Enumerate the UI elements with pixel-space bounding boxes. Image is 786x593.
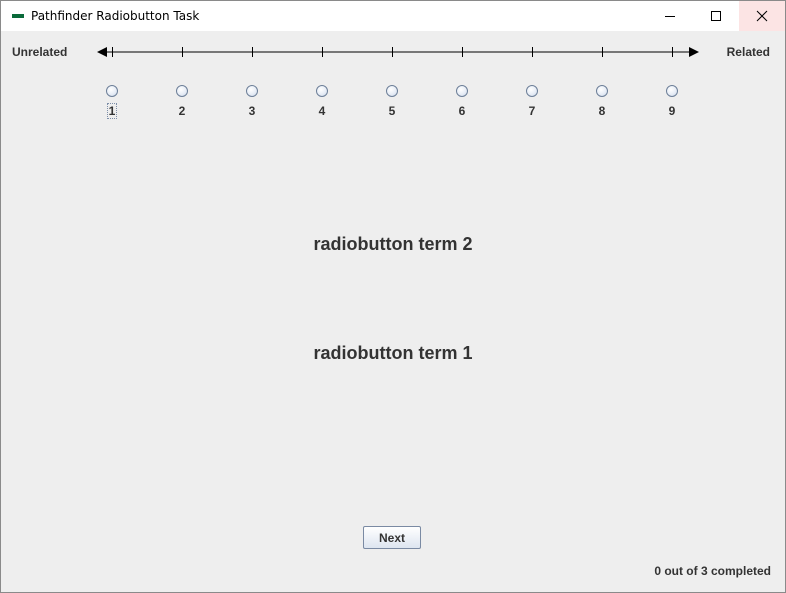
radio-label-text: 8 <box>598 104 606 118</box>
next-button[interactable]: Next <box>363 526 421 549</box>
radio-option-2[interactable] <box>176 85 188 97</box>
radio-label-2[interactable]: 2 <box>172 104 192 118</box>
app-window: Pathfinder Radiobutton Task Unrelated Re… <box>0 0 786 593</box>
radio-label-4[interactable]: 4 <box>312 104 332 118</box>
minimize-button[interactable] <box>647 1 693 31</box>
radio-label-8[interactable]: 8 <box>592 104 612 118</box>
minimize-icon <box>665 16 675 17</box>
radio-label-1[interactable]: 1 <box>102 103 122 119</box>
radio-label-text: 6 <box>458 104 466 118</box>
radio-option-1[interactable] <box>106 85 118 97</box>
left-arrow-icon <box>97 47 107 57</box>
radio-label-text: 4 <box>318 104 326 118</box>
maximize-icon <box>711 11 721 21</box>
radio-label-9[interactable]: 9 <box>662 104 682 118</box>
radio-label-6[interactable]: 6 <box>452 104 472 118</box>
radio-label-text: 9 <box>668 104 676 118</box>
radio-label-5[interactable]: 5 <box>382 104 402 118</box>
radio-label-7[interactable]: 7 <box>522 104 542 118</box>
progress-status: 0 out of 3 completed <box>654 564 771 578</box>
term-top: radiobutton term 2 <box>313 234 473 254</box>
app-icon <box>12 14 24 18</box>
radio-label-text: 1 <box>106 103 118 119</box>
relatedness-scale-axis <box>97 47 699 57</box>
radio-option-9[interactable] <box>666 85 678 97</box>
radio-option-8[interactable] <box>596 85 608 97</box>
title-bar[interactable]: Pathfinder Radiobutton Task <box>1 1 785 31</box>
radio-option-3[interactable] <box>246 85 258 97</box>
window-title: Pathfinder Radiobutton Task <box>31 9 200 23</box>
maximize-button[interactable] <box>693 1 739 31</box>
related-label: Related <box>726 45 770 59</box>
radio-label-text: 7 <box>528 104 536 118</box>
radio-label-text: 5 <box>388 104 396 118</box>
radio-option-7[interactable] <box>526 85 538 97</box>
close-icon <box>756 10 768 22</box>
close-button[interactable] <box>739 1 785 31</box>
radio-label-text: 2 <box>178 104 186 118</box>
radio-option-4[interactable] <box>316 85 328 97</box>
radio-label-text: 3 <box>248 104 256 118</box>
radio-option-5[interactable] <box>386 85 398 97</box>
unrelated-label: Unrelated <box>12 45 68 59</box>
term-bottom: radiobutton term 1 <box>313 343 473 363</box>
radio-label-3[interactable]: 3 <box>242 104 262 118</box>
right-arrow-icon <box>689 47 699 57</box>
radio-option-6[interactable] <box>456 85 468 97</box>
